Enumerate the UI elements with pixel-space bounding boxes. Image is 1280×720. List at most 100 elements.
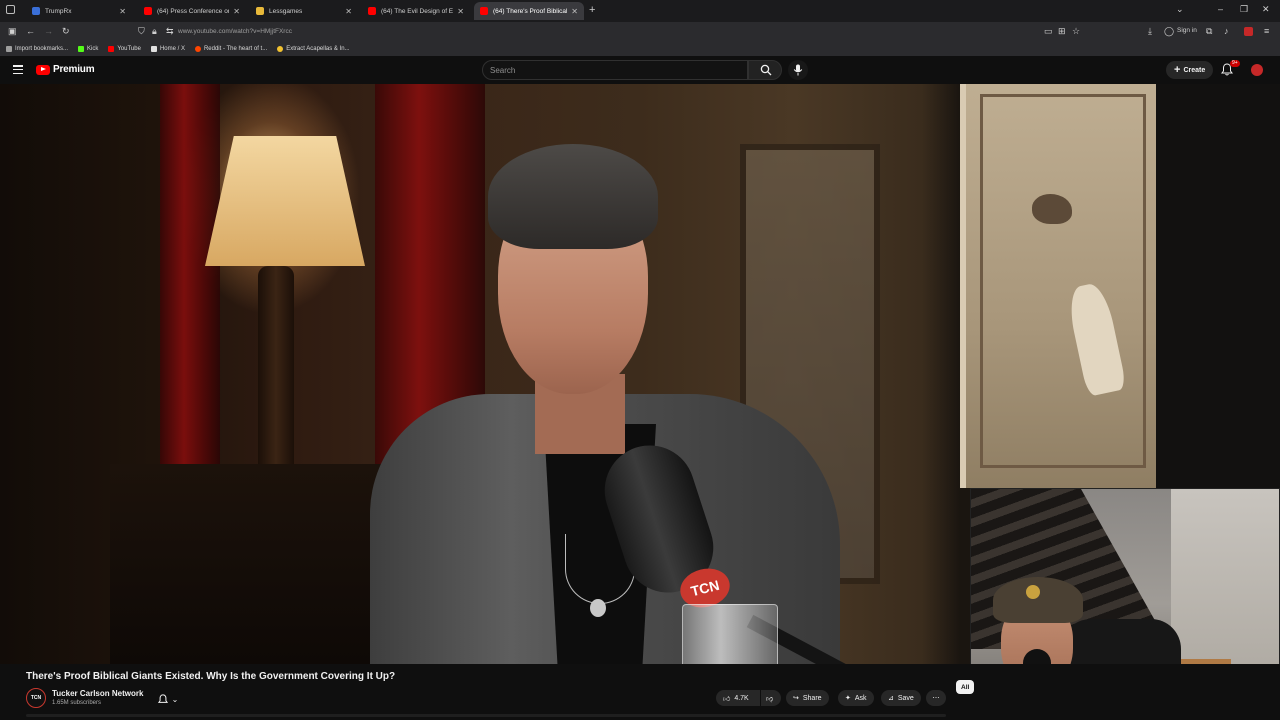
- sparkle-icon: ✦: [845, 695, 851, 702]
- downloads-icon[interactable]: ⤓: [1148, 26, 1152, 37]
- account-avatar[interactable]: [1251, 64, 1263, 76]
- install-app-icon[interactable]: ⊞: [1058, 26, 1066, 37]
- browser-tab-press-conference[interactable]: (64) Press Conference on Nanc ✕: [138, 2, 246, 20]
- search-button[interactable]: [748, 60, 782, 80]
- bookmark-import[interactable]: Import bookmarks...: [6, 46, 68, 52]
- save-label: Save: [897, 694, 914, 702]
- subscribed-notifications-button[interactable]: ⌄: [150, 691, 186, 707]
- save-button[interactable]: ⊿ Save: [881, 690, 921, 706]
- more-actions-button[interactable]: ⋯: [926, 690, 946, 706]
- like-count: 4.7K: [734, 694, 749, 702]
- minimize-button[interactable]: –: [1218, 4, 1223, 14]
- browser-tab-strip: TrumpRx ✕ (64) Press Conference on Nanc …: [0, 0, 1280, 22]
- guest-pendant: [590, 599, 606, 617]
- voice-search-button[interactable]: [788, 60, 808, 80]
- tab-favicon-icon: [32, 7, 40, 15]
- bookmark-x[interactable]: Home / X: [150, 46, 185, 52]
- tab-search-icon[interactable]: ⌄: [1176, 4, 1184, 15]
- ask-button[interactable]: ✦ Ask: [838, 690, 874, 706]
- browser-tab-epstein[interactable]: (64) The Evil Design of Epstein ✕: [362, 2, 470, 20]
- extensions-icon[interactable]: ⧉: [1206, 26, 1212, 37]
- browser-tab-lessgames[interactable]: Lessgames ✕: [250, 2, 358, 20]
- address-bar-row: ▣ ← → ↻ ⛉ 🔒︎ ⇆ www.youtube.com/watch?v=H…: [0, 22, 1280, 42]
- tab-favicon-icon: [256, 7, 264, 15]
- youtube-icon: [108, 46, 115, 52]
- reload-button[interactable]: ↻: [62, 26, 70, 37]
- sidebar-toggle-icon[interactable]: ▣: [8, 26, 17, 37]
- share-label: Share: [802, 694, 822, 702]
- shield-icon[interactable]: ⛉: [138, 26, 145, 37]
- tab-close-icon[interactable]: ✕: [119, 7, 126, 16]
- tab-title: Lessgames: [269, 7, 303, 15]
- bookmark-label: Extract Acapellas & In...: [286, 46, 350, 52]
- lampshade: [205, 136, 365, 266]
- close-window-button[interactable]: ✕: [1262, 4, 1270, 15]
- description-preview-bar: [26, 714, 946, 717]
- bookmark-label: YouTube: [117, 46, 141, 52]
- tapestry-bird: [1032, 194, 1072, 224]
- restore-button[interactable]: ❐: [1240, 4, 1248, 15]
- youtube-favicon-icon: [144, 7, 152, 15]
- menu-icon[interactable]: [13, 65, 23, 75]
- browser-menu-icon[interactable]: ≡: [1264, 26, 1269, 36]
- new-tab-button[interactable]: +: [589, 4, 595, 16]
- tab-title: (64) Press Conference on Nanc: [157, 7, 229, 15]
- tab-close-icon[interactable]: ✕: [233, 7, 240, 16]
- media-control-icon[interactable]: ♪: [1224, 26, 1229, 36]
- lock-icon[interactable]: 🔒︎: [152, 26, 157, 37]
- tab-close-icon[interactable]: ✕: [457, 7, 464, 16]
- create-button[interactable]: + Create: [1166, 61, 1214, 79]
- ask-label: Ask: [854, 694, 867, 702]
- x-icon: [150, 46, 157, 52]
- webcam-person-cap: [993, 577, 1083, 623]
- acapella-icon: [277, 46, 284, 52]
- dislike-button[interactable]: 👎︎: [761, 690, 781, 706]
- create-label: Create: [1183, 66, 1206, 74]
- bookmark-acapellas[interactable]: Extract Acapellas & In...: [277, 46, 350, 52]
- search-input[interactable]: Search: [482, 60, 748, 80]
- bookmark-kick[interactable]: Kick: [78, 46, 98, 52]
- reddit-icon: [194, 46, 201, 52]
- extension-badge-icon[interactable]: [1244, 27, 1253, 36]
- cast-icon[interactable]: ▭: [1044, 26, 1053, 37]
- browser-tab-trumprx[interactable]: TrumpRx ✕: [26, 2, 132, 20]
- tapestry-border: [980, 94, 1146, 468]
- thumbs-up-icon: 👍︎: [723, 695, 731, 703]
- tab-actions-icon[interactable]: [6, 5, 15, 14]
- channel-name[interactable]: Tucker Carlson Network: [52, 689, 143, 698]
- youtube-premium-logo[interactable]: Premium: [36, 64, 95, 75]
- more-icon: ⋯: [932, 695, 940, 702]
- tab-close-icon[interactable]: ✕: [345, 7, 352, 16]
- subscriber-count: 1.65M subscribers: [52, 700, 102, 706]
- wall-tapestry: [960, 84, 1156, 488]
- bookmark-youtube[interactable]: YouTube: [108, 46, 141, 52]
- back-button[interactable]: ←: [26, 26, 35, 36]
- tab-title: TrumpRx: [45, 7, 72, 15]
- bookmark-label: Import bookmarks...: [15, 46, 69, 52]
- bookmark-reddit[interactable]: Reddit - The heart of t...: [194, 46, 268, 52]
- share-icon: ↪: [793, 695, 799, 702]
- search-placeholder: Search: [490, 66, 516, 75]
- bookmark-label: Reddit - The heart of t...: [203, 46, 268, 52]
- tab-close-icon[interactable]: ✕: [571, 7, 578, 16]
- account-icon[interactable]: ◯: [1164, 26, 1174, 37]
- sign-in-button[interactable]: Sign in: [1177, 27, 1197, 34]
- url-field[interactable]: www.youtube.com/watch?v=HMjjtFXrcc: [178, 28, 292, 35]
- browser-tab-biblical-giants[interactable]: (64) There's Proof Biblical Giant ✕: [474, 2, 584, 20]
- forward-button[interactable]: →: [44, 26, 53, 36]
- youtube-favicon-icon: [368, 7, 376, 15]
- bookmark-icon: ⊿: [888, 695, 894, 702]
- cap-logo-icon: [1026, 585, 1040, 599]
- site-settings-icon[interactable]: ⇆: [166, 26, 174, 37]
- notification-count-badge: 9+: [1230, 60, 1240, 67]
- bookmark-star-icon[interactable]: ☆: [1072, 26, 1080, 37]
- like-button[interactable]: 👍︎ 4.7K: [716, 690, 760, 706]
- guest-figure: TCN: [370, 144, 966, 664]
- import-icon: [6, 46, 12, 52]
- tab-title: (64) The Evil Design of Epstein: [381, 7, 454, 15]
- youtube-masthead: Premium Search + Create 9+: [0, 56, 1280, 84]
- channel-avatar[interactable]: TCN: [26, 688, 46, 708]
- plus-icon: +: [1174, 63, 1181, 76]
- share-button[interactable]: ↪ Share: [786, 690, 829, 706]
- filter-chip-all[interactable]: All: [956, 680, 975, 694]
